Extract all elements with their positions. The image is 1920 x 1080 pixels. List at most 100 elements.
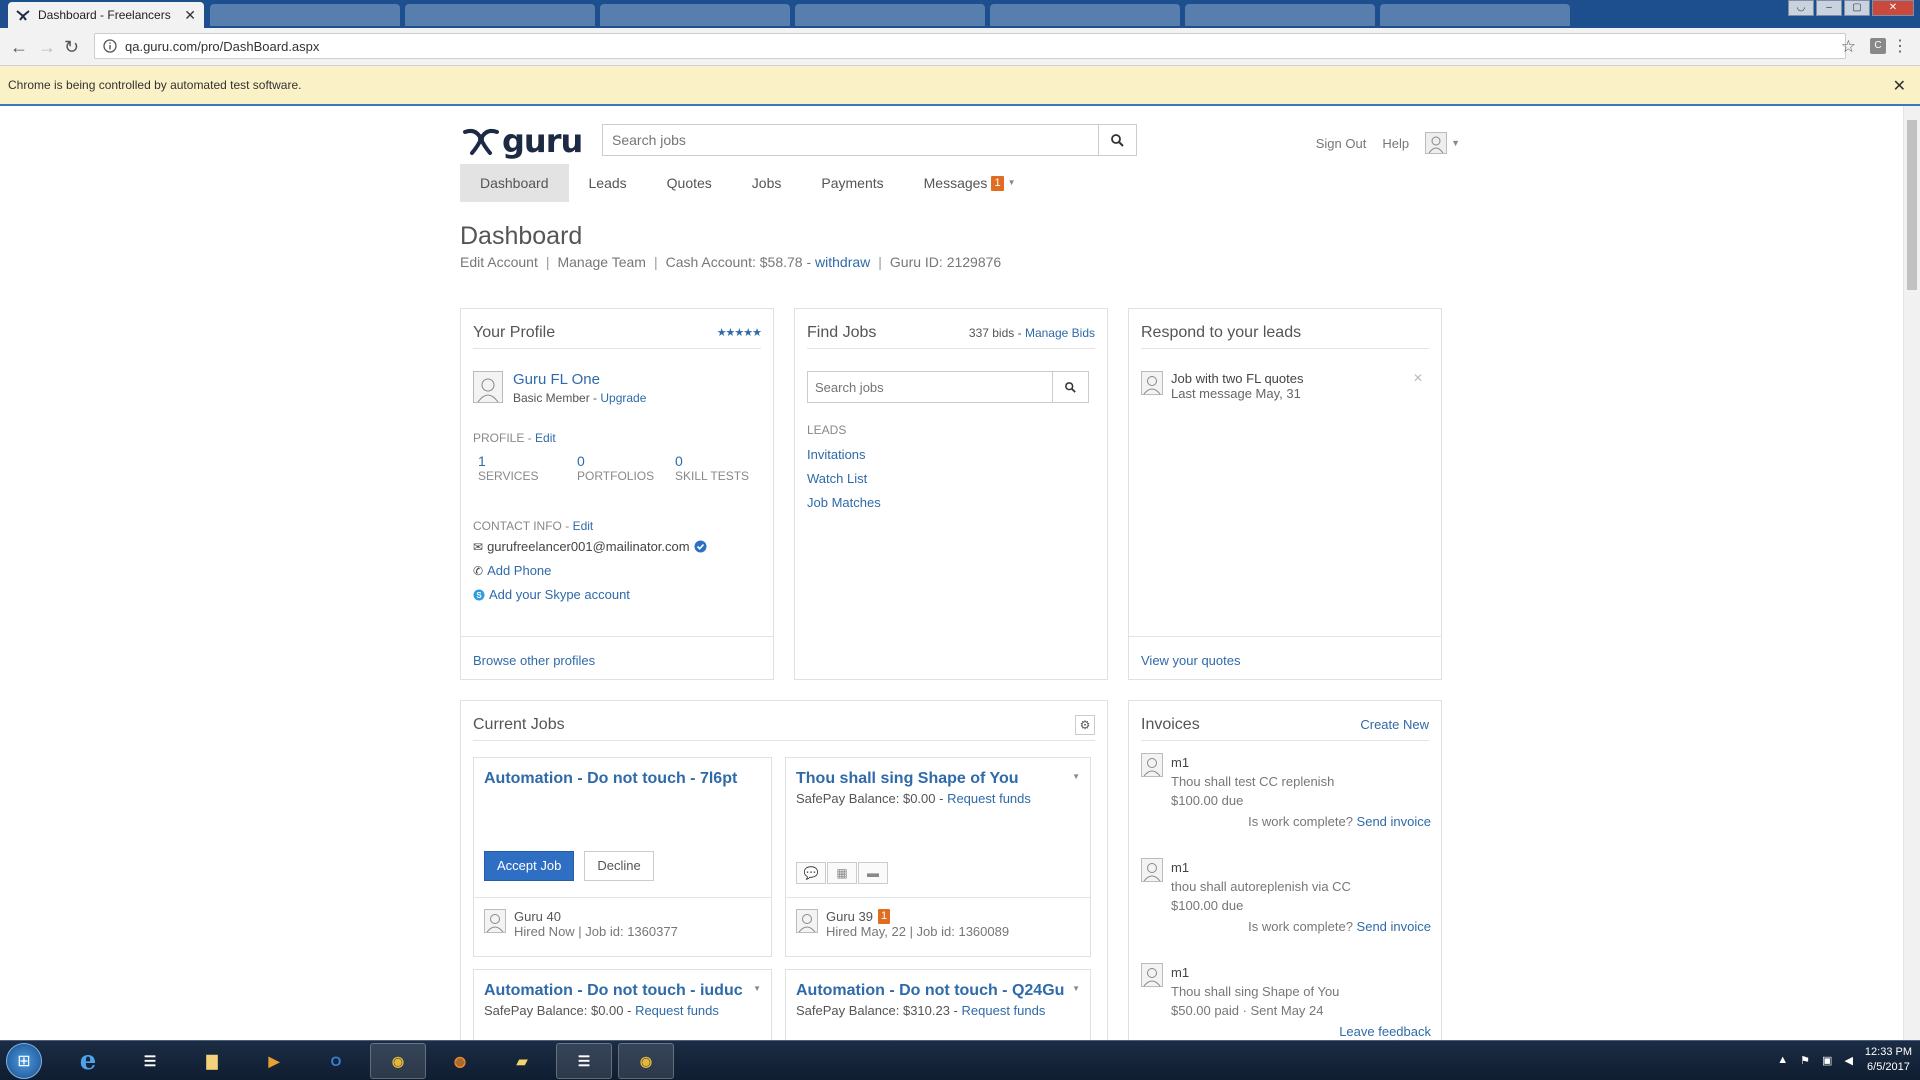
tray-expand-icon[interactable]: ▲ — [1777, 1054, 1788, 1066]
chevron-down-icon[interactable]: ▼ — [753, 984, 761, 993]
upgrade-link[interactable]: Upgrade — [600, 391, 646, 405]
action-center-icon[interactable]: ⚑ — [1800, 1054, 1810, 1067]
manage-bids-link[interactable]: Manage Bids — [1025, 326, 1095, 340]
nav-leads[interactable]: Leads — [569, 164, 647, 202]
close-window-icon[interactable]: ✕ — [1872, 0, 1914, 16]
infobar-close-icon[interactable]: ✕ — [1893, 76, 1906, 96]
add-skype-link[interactable]: Add your Skype account — [489, 587, 630, 602]
lead-item[interactable]: Job with two FL quotes Last message May,… — [1141, 371, 1303, 401]
job-person[interactable]: Guru 39 — [826, 909, 873, 924]
minimize-icon[interactable]: – — [1816, 0, 1842, 16]
job-title-link[interactable]: Automation - Do not touch - iuduc — [484, 982, 743, 1000]
terminal-icon[interactable]: ☰ — [122, 1043, 178, 1079]
job-title-link[interactable]: Thou shall sing Shape of You — [796, 770, 1019, 788]
invitations-link[interactable]: Invitations — [807, 447, 866, 462]
folder-icon[interactable]: ▬ — [858, 862, 888, 884]
omnibox[interactable]: qa.guru.com/pro/DashBoard.aspx — [94, 33, 1846, 59]
firefox-icon[interactable]: ◍ — [432, 1043, 488, 1079]
background-tab[interactable] — [405, 4, 595, 26]
volume-icon[interactable]: ◀ — [1844, 1054, 1852, 1067]
reload-icon[interactable]: ↻ — [64, 37, 79, 58]
start-button-icon[interactable]: ⊞ — [6, 1043, 42, 1079]
withdraw-link[interactable]: withdraw — [815, 254, 870, 270]
forward-icon[interactable]: → — [38, 37, 56, 58]
background-tab[interactable] — [990, 4, 1180, 26]
folder-icon[interactable]: ▰ — [494, 1043, 550, 1079]
bookmark-star-icon[interactable]: ☆ — [1841, 37, 1856, 57]
background-tab[interactable] — [600, 4, 790, 26]
job-matches-link[interactable]: Job Matches — [807, 495, 881, 510]
edit-account-link[interactable]: Edit Account — [460, 254, 538, 270]
find-jobs-search-button[interactable] — [1052, 372, 1088, 402]
view-quotes-link[interactable]: View your quotes — [1141, 653, 1241, 668]
help-link[interactable]: Help — [1382, 136, 1409, 151]
active-tab[interactable]: Dashboard - Freelancers ✕ — [8, 2, 204, 28]
tab-close-icon[interactable]: ✕ — [184, 7, 196, 24]
leave-feedback-link[interactable]: Leave feedback — [1339, 1024, 1431, 1039]
maximize-icon[interactable]: ▢ — [1844, 0, 1870, 16]
gear-icon[interactable]: ⚙ — [1075, 714, 1095, 735]
message-icon[interactable]: 💬 — [796, 862, 826, 884]
back-icon[interactable]: ← — [10, 37, 28, 58]
skill-tests-stat[interactable]: 0 SKILL TESTS — [675, 453, 749, 483]
lead-title[interactable]: Job with two FL quotes — [1171, 371, 1303, 386]
chrome-icon[interactable]: ◉ — [370, 1043, 426, 1079]
guru-logo[interactable]: guru — [462, 122, 583, 160]
find-jobs-search-input[interactable] — [808, 372, 1052, 402]
account-menu[interactable]: ▼ — [1425, 132, 1460, 154]
contact-edit-link[interactable]: Edit — [573, 519, 594, 533]
outlook-icon[interactable]: O — [308, 1043, 364, 1079]
user-icon[interactable]: ◡ — [1788, 0, 1814, 16]
portfolios-stat[interactable]: 0 PORTFOLIOS — [577, 453, 654, 483]
nav-jobs[interactable]: Jobs — [732, 164, 802, 202]
header-search-button[interactable] — [1098, 125, 1136, 155]
send-invoice-link[interactable]: Send invoice — [1357, 919, 1431, 934]
chrome-menu-icon[interactable]: ⋮ — [1892, 36, 1908, 56]
create-invoice-link[interactable]: Create New — [1360, 717, 1429, 732]
decline-button[interactable]: Decline — [584, 851, 654, 881]
terminal-icon[interactable]: ☰ — [556, 1043, 612, 1079]
calendar-icon[interactable]: ▦ — [827, 862, 857, 884]
page-scrollbar[interactable] — [1903, 106, 1920, 1040]
clock[interactable]: 12:33 PM 6/5/2017 — [1865, 1045, 1912, 1075]
manage-team-link[interactable]: Manage Team — [557, 254, 645, 270]
add-phone-link[interactable]: Add Phone — [487, 563, 551, 578]
chevron-down-icon[interactable]: ▼ — [1072, 984, 1080, 993]
job-title-link[interactable]: Automation - Do not touch - Q24Gu — [796, 982, 1064, 1000]
scrollbar-thumb[interactable] — [1907, 120, 1917, 290]
header-search-input[interactable] — [603, 125, 1098, 155]
browse-profiles-link[interactable]: Browse other profiles — [473, 653, 595, 668]
accept-job-button[interactable]: Accept Job — [484, 851, 575, 881]
request-funds-link[interactable]: Request funds — [635, 1003, 719, 1018]
background-tab[interactable] — [210, 4, 400, 26]
watch-list-link[interactable]: Watch List — [807, 471, 867, 486]
request-funds-link[interactable]: Request funds — [962, 1003, 1046, 1018]
invoice-prompt: Is work complete? Send invoice — [1141, 814, 1431, 829]
url-text[interactable]: qa.guru.com/pro/DashBoard.aspx — [125, 39, 319, 54]
nav-messages[interactable]: Messages 1 ▼ — [904, 164, 1036, 202]
profile-name-link[interactable]: Guru FL One — [513, 371, 646, 388]
chevron-down-icon[interactable]: ▼ — [1072, 772, 1080, 781]
media-player-icon[interactable]: ▶ — [246, 1043, 302, 1079]
internet-explorer-icon[interactable]: e — [60, 1043, 116, 1079]
background-tab[interactable] — [1185, 4, 1375, 26]
send-invoice-link[interactable]: Send invoice — [1357, 814, 1431, 829]
background-tab[interactable] — [795, 4, 985, 26]
profile-edit-link[interactable]: Edit — [535, 431, 556, 445]
dismiss-lead-icon[interactable]: ✕ — [1413, 371, 1423, 385]
nav-dashboard[interactable]: Dashboard — [460, 164, 569, 202]
sign-out-link[interactable]: Sign Out — [1316, 136, 1367, 151]
invoice-description: thou shall autoreplenish via CC — [1171, 879, 1351, 894]
nav-quotes[interactable]: Quotes — [647, 164, 732, 202]
info-icon[interactable] — [103, 39, 117, 53]
job-title-link[interactable]: Automation - Do not touch - 7l6pt — [484, 770, 737, 788]
extension-icon[interactable]: C — [1870, 38, 1886, 54]
nav-payments[interactable]: Payments — [801, 164, 903, 202]
network-icon[interactable]: ▣ — [1822, 1054, 1832, 1067]
chrome-icon[interactable]: ◉ — [618, 1043, 674, 1079]
request-funds-link[interactable]: Request funds — [947, 791, 1031, 806]
job-person[interactable]: Guru 40 — [514, 909, 678, 924]
file-explorer-icon[interactable]: ▇ — [184, 1043, 240, 1079]
services-stat[interactable]: 1 SERVICES — [478, 453, 538, 483]
background-tab[interactable] — [1380, 4, 1570, 26]
